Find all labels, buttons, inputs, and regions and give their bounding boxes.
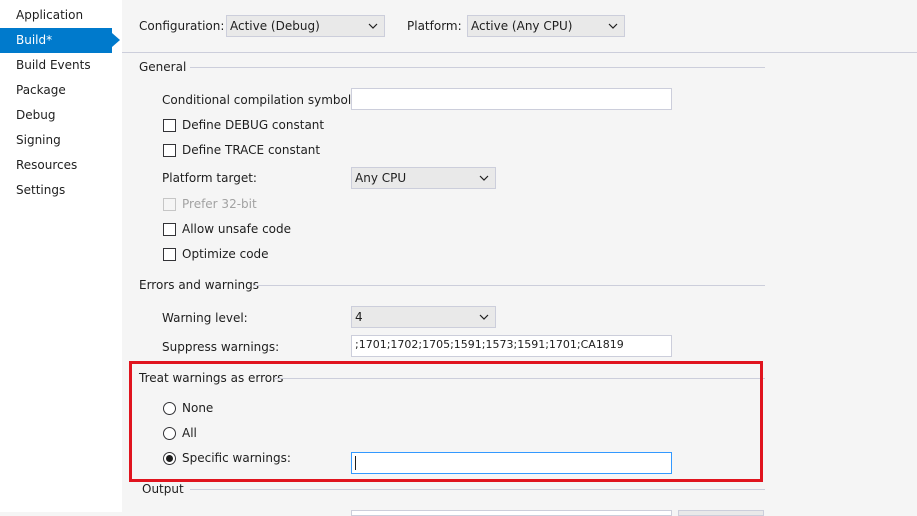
chevron-down-icon [608,23,618,29]
warning-level-value: 4 [355,310,363,324]
configuration-value: Active (Debug) [230,19,320,33]
output-browse-button[interactable] [678,510,764,516]
toolbar-divider [122,52,917,53]
sidebar-item-resources[interactable]: Resources [0,153,112,178]
section-divider [190,489,765,490]
allow-unsafe-label: Allow unsafe code [182,222,292,236]
warning-level-label: Warning level: [162,311,248,325]
warning-level-dropdown[interactable]: 4 [351,306,496,328]
sidebar-item-application[interactable]: Application [0,3,112,28]
sidebar-item-settings[interactable]: Settings [0,178,112,203]
sidebar-item-signing[interactable]: Signing [0,128,112,153]
prefer-32bit-checkbox [163,198,176,211]
define-trace-checkbox[interactable] [163,144,176,157]
suppress-warnings-label: Suppress warnings: [162,340,280,354]
platform-target-value: Any CPU [355,171,407,185]
platform-target-label: Platform target: [162,171,257,185]
general-heading: General [139,60,187,74]
sidebar-item-build[interactable]: Build* [0,28,112,53]
output-heading: Output [142,482,184,496]
nav-pointer-icon [112,33,120,47]
configuration-dropdown[interactable]: Active (Debug) [226,15,385,37]
platform-label: Platform: [407,19,462,33]
conditional-symbols-label: Conditional compilation symbols: [162,93,362,107]
platform-target-dropdown[interactable]: Any CPU [351,167,496,189]
errors-warnings-heading: Errors and warnings [139,278,260,292]
suppress-warnings-input[interactable]: ;1701;1702;1705;1591;1573;1591;1701;CA18… [351,335,672,357]
sidebar-item-package[interactable]: Package [0,78,112,103]
chevron-down-icon [479,314,489,320]
prefer-32bit-label: Prefer 32-bit [182,197,257,211]
highlight-annotation-box [129,361,763,482]
optimize-code-checkbox[interactable] [163,248,176,261]
section-divider [253,285,765,286]
define-debug-label: Define DEBUG constant [182,118,325,132]
chevron-down-icon [479,175,489,181]
conditional-symbols-input[interactable] [351,88,672,110]
output-path-input[interactable] [351,510,672,516]
allow-unsafe-checkbox[interactable] [163,223,176,236]
platform-dropdown[interactable]: Active (Any CPU) [467,15,625,37]
sidebar-item-build-events[interactable]: Build Events [0,53,112,78]
chevron-down-icon [368,23,378,29]
define-trace-label: Define TRACE constant [182,143,321,157]
platform-value: Active (Any CPU) [471,19,573,33]
section-divider [190,67,765,68]
define-debug-checkbox[interactable] [163,119,176,132]
optimize-code-label: Optimize code [182,247,269,261]
sidebar: Application Build* Build Events Package … [0,0,122,512]
sidebar-item-debug[interactable]: Debug [0,103,112,128]
configuration-label: Configuration: [139,19,225,33]
